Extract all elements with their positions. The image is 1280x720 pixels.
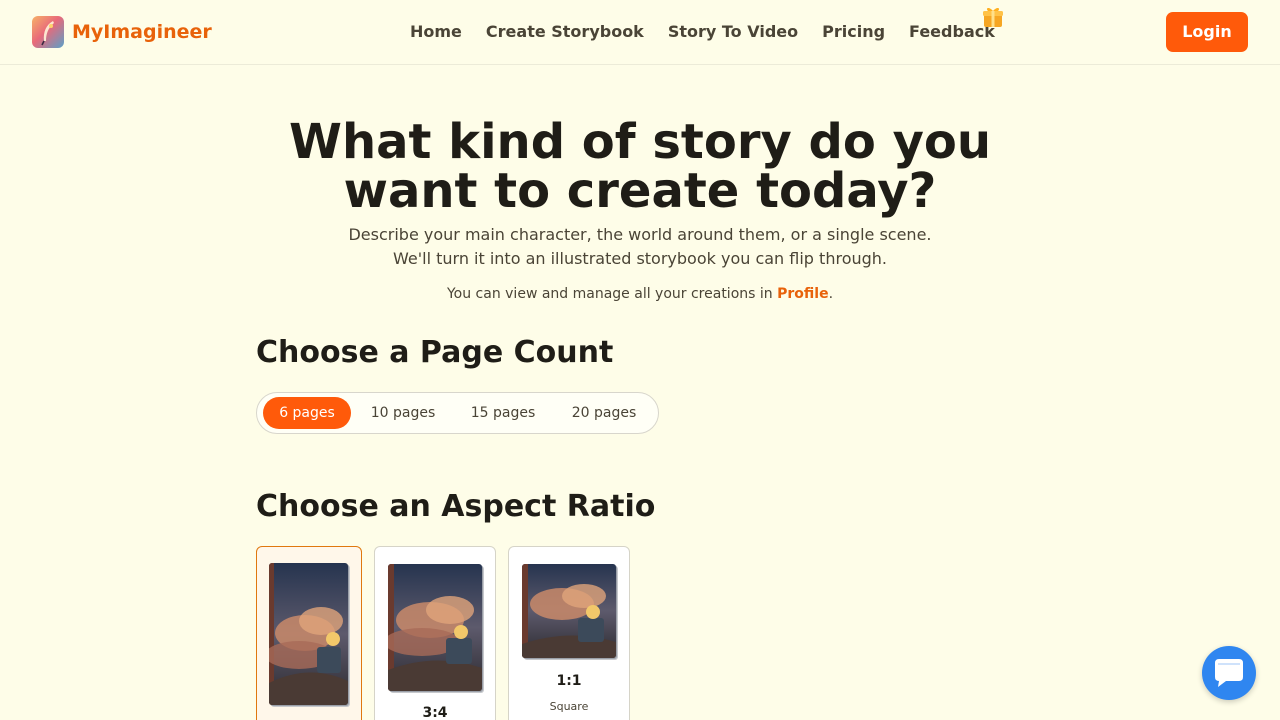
aspect-thumbnail-1-1 [522, 564, 616, 658]
page-count-option-10[interactable]: 10 pages [359, 397, 447, 429]
nav-create-storybook[interactable]: Create Storybook [474, 20, 656, 44]
page-count-heading: Choose a Page Count [256, 335, 614, 370]
aspect-sub-1-1: Square [549, 700, 589, 713]
profile-note: You can view and manage all your creatio… [340, 284, 940, 304]
profile-note-prefix: You can view and manage all your creatio… [446, 286, 778, 302]
quill-feather-icon [32, 16, 64, 48]
chat-widget-button[interactable] [1202, 646, 1256, 700]
page-description: Describe your main character, the world … [348, 225, 932, 268]
page-count-option-6[interactable]: 6 pages [263, 397, 351, 429]
main-nav: Home Create Storybook Story To Video Pri… [398, 20, 1007, 44]
page-title: What kind of story do you want to create… [289, 114, 991, 219]
gift-icon [983, 7, 1003, 27]
aspect-label-1-1: 1:1 [556, 673, 582, 689]
nav-home[interactable]: Home [398, 20, 474, 44]
chat-bubble-icon [1215, 659, 1243, 687]
aspect-label-3-4: 3:4 [422, 705, 448, 720]
aspect-thumbnail-portrait [269, 563, 348, 705]
brand-name: MyImagineer [72, 21, 212, 43]
page-count-option-20[interactable]: 20 pages [560, 397, 648, 429]
page-count-selector: 6 pages 10 pages 15 pages 20 pages [256, 392, 659, 434]
aspect-card-portrait[interactable] [256, 546, 362, 720]
aspect-thumbnail-3-4 [388, 564, 482, 691]
aspect-card-3-4[interactable]: 3:4 [374, 546, 496, 720]
brand-logo[interactable]: MyImagineer [32, 16, 212, 48]
login-button[interactable]: Login [1166, 12, 1248, 52]
top-navbar: MyImagineer Home Create Storybook Story … [0, 0, 1280, 65]
page-count-option-15[interactable]: 15 pages [459, 397, 547, 429]
aspect-ratio-heading: Choose an Aspect Ratio [256, 489, 656, 524]
profile-note-suffix: . [828, 286, 834, 302]
nav-pricing[interactable]: Pricing [810, 20, 897, 44]
profile-link[interactable]: Profile [777, 286, 828, 302]
aspect-card-1-1[interactable]: 1:1 Square [508, 546, 630, 720]
nav-story-to-video[interactable]: Story To Video [656, 20, 810, 44]
